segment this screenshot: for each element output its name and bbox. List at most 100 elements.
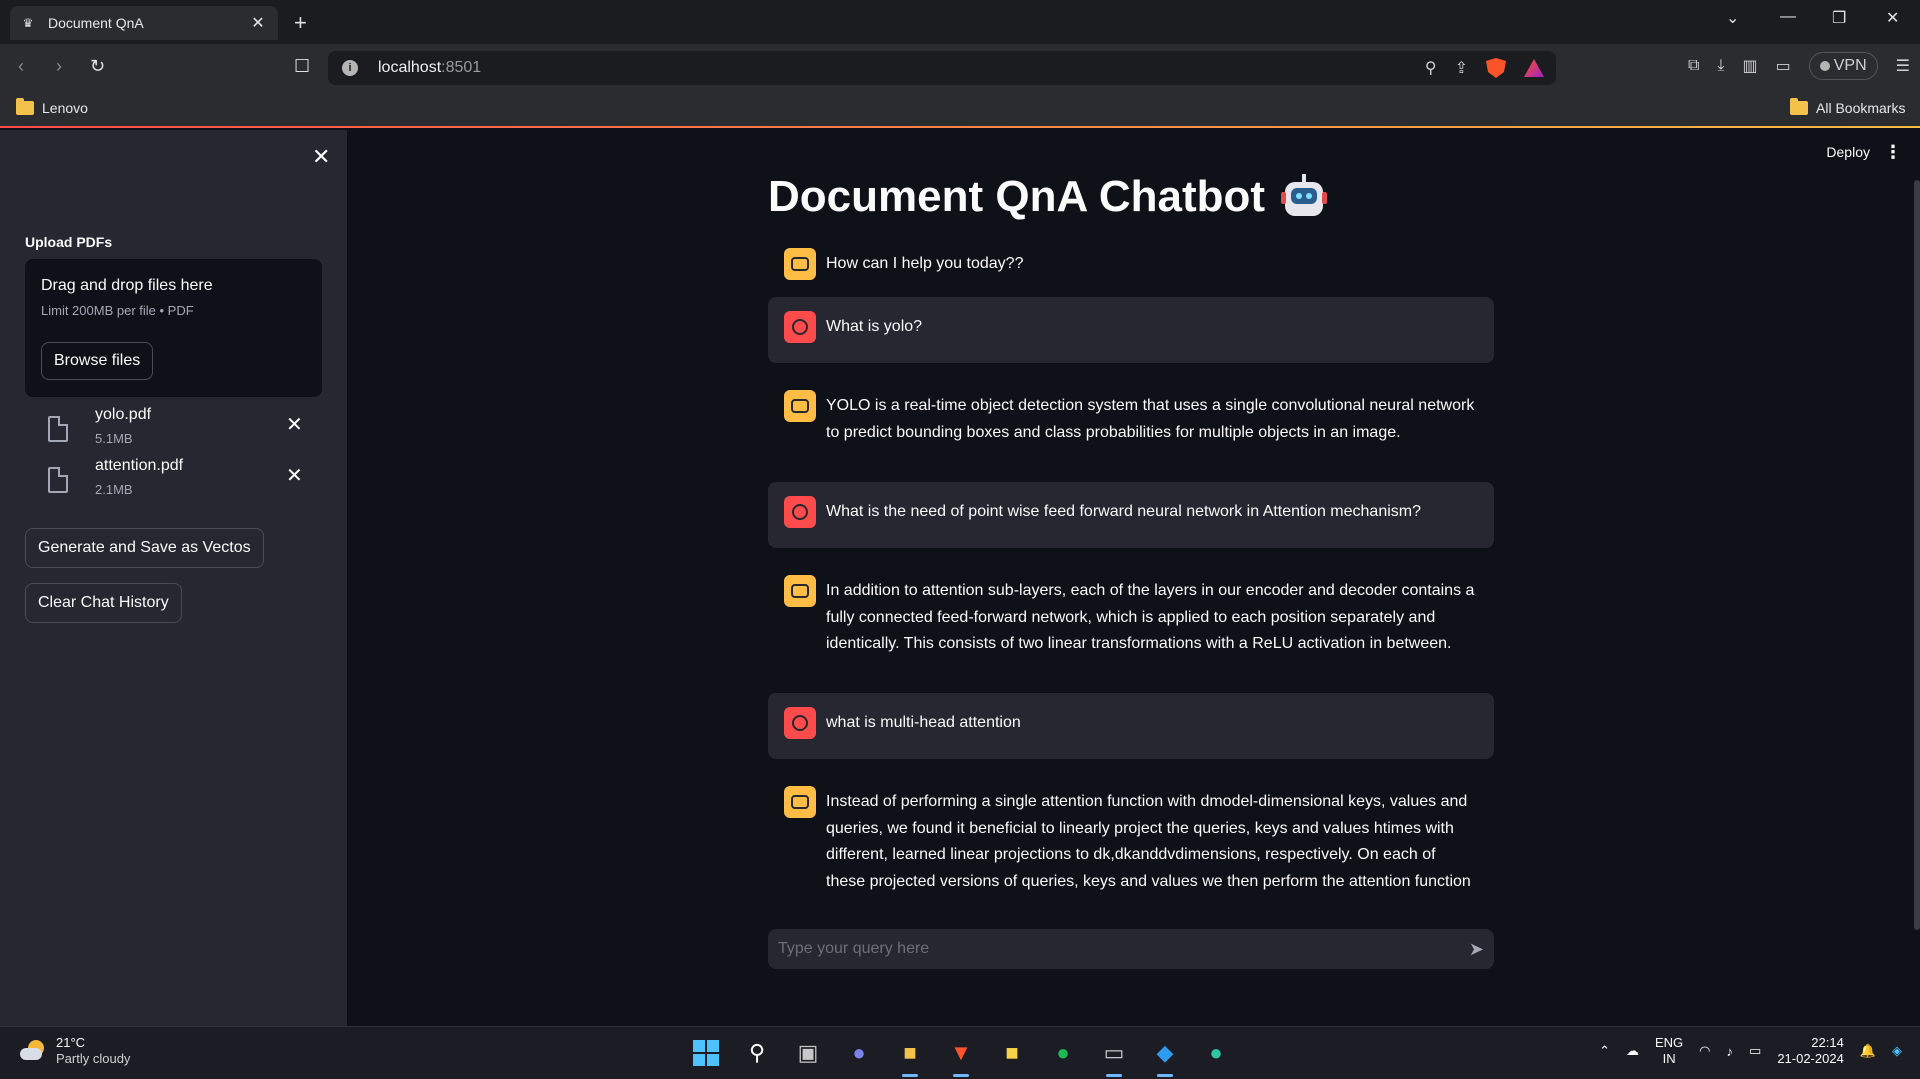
file-size: 5.1MB — [95, 431, 133, 446]
site-info-icon[interactable]: i — [342, 60, 358, 76]
brave-shields-icon[interactable] — [1486, 58, 1506, 78]
streamlit-app: ✕ Upload PDFs Drag and drop files here L… — [0, 130, 1920, 1026]
volume-icon[interactable]: ♪ — [1727, 1044, 1734, 1059]
clock-date: 21-02-2024 — [1777, 1051, 1844, 1066]
chat-query-input[interactable] — [778, 940, 1469, 958]
wallet-icon[interactable]: ▭ — [1776, 56, 1791, 76]
close-tab-icon[interactable]: ✕ — [248, 13, 268, 33]
robot-emoji-icon — [1281, 174, 1327, 220]
uploaded-file: attention.pdf 2.1MB ✕ — [46, 457, 306, 503]
notifications-icon[interactable]: 🔔 — [1860, 1043, 1876, 1059]
main-scrollbar[interactable] — [1914, 180, 1920, 930]
browser-nav-bar: ‹ › ↻ ☐ i localhost:8501 ⚲ ⇪ ⧉ ⤓ ▥ ▭ VPN… — [0, 44, 1920, 92]
file-icon — [48, 416, 68, 442]
vpn-shield-icon — [1819, 61, 1830, 71]
bot-avatar-icon — [784, 575, 816, 607]
tab-title: Document QnA — [48, 15, 144, 31]
teams-chat-icon[interactable]: ● — [843, 1037, 875, 1069]
brave-rewards-icon[interactable] — [1524, 59, 1544, 77]
weather-widget[interactable]: 21°C Partly cloudy — [20, 1035, 130, 1067]
bot-avatar-icon — [784, 786, 816, 818]
message-text: what is multi-head attention — [826, 714, 1021, 731]
generate-vectors-button[interactable]: Generate and Save as Vectos — [25, 528, 264, 568]
streamlit-favicon-icon: ♛ — [22, 16, 34, 30]
send-icon[interactable]: ➤ — [1469, 939, 1484, 960]
close-sidebar-icon[interactable]: ✕ — [312, 144, 330, 170]
show-hidden-icons-icon[interactable]: ⌃ — [1599, 1043, 1610, 1059]
extensions-icon[interactable]: ⧉ — [1688, 57, 1699, 75]
bookmarks-bar: Lenovo All Bookmarks — [0, 92, 1920, 128]
remove-file-icon[interactable]: ✕ — [286, 463, 303, 488]
back-icon[interactable]: ‹ — [18, 56, 24, 77]
file-icon — [48, 467, 68, 493]
start-icon[interactable] — [690, 1037, 722, 1069]
tab-search-chevron-icon[interactable]: ⌄ — [1726, 8, 1739, 28]
clock-time: 22:14 — [1811, 1035, 1844, 1050]
user-message: What is yolo? — [768, 297, 1494, 363]
url-port: :8501 — [441, 59, 482, 76]
main-menu-icon[interactable]: ⋮ — [1884, 142, 1902, 163]
user-avatar-icon — [784, 311, 816, 343]
file-explorer-icon[interactable]: ■ — [894, 1037, 926, 1077]
share-icon[interactable]: ⇪ — [1455, 58, 1468, 78]
user-avatar-icon — [784, 707, 816, 739]
upload-label: Upload PDFs — [25, 234, 113, 250]
downloads-icon[interactable]: ⤓ — [1717, 57, 1724, 75]
uploaded-file: yolo.pdf 5.1MB ✕ — [46, 406, 306, 452]
address-bar[interactable]: i localhost:8501 ⚲ ⇪ — [328, 51, 1556, 85]
new-tab-icon[interactable]: + — [294, 10, 307, 36]
lang-code: ENG — [1655, 1035, 1684, 1050]
weather-temp: 21°C — [56, 1035, 86, 1050]
user-avatar-icon — [784, 496, 816, 528]
bookmark-icon[interactable]: ☐ — [294, 56, 310, 77]
copilot-icon[interactable]: ◈ — [1892, 1043, 1902, 1059]
browse-files-button[interactable]: Browse files — [41, 342, 154, 380]
clear-chat-button[interactable]: Clear Chat History — [25, 583, 182, 623]
deploy-button[interactable]: Deploy — [1826, 144, 1870, 160]
edge-browser-icon[interactable]: ● — [1200, 1037, 1232, 1069]
assistant-message: In addition to attention sub-layers, eac… — [768, 561, 1494, 672]
battery-icon[interactable]: ▭ — [1749, 1043, 1761, 1059]
minimize-icon[interactable]: — — [1780, 8, 1796, 26]
language-indicator[interactable]: ENG IN — [1655, 1035, 1683, 1067]
spotify-icon[interactable]: ● — [1047, 1037, 1079, 1069]
all-bookmarks-label: All Bookmarks — [1816, 100, 1906, 116]
bookmark-folder-label: Lenovo — [42, 100, 88, 116]
user-message: What is the need of point wise feed forw… — [768, 482, 1494, 548]
brave-browser-icon[interactable]: ▼ — [945, 1037, 977, 1077]
menu-icon[interactable]: ☰ — [1896, 56, 1910, 76]
remove-file-icon[interactable]: ✕ — [286, 412, 303, 437]
forward-icon[interactable]: › — [56, 56, 62, 77]
onedrive-icon[interactable]: ☁ — [1626, 1043, 1639, 1059]
file-dropzone[interactable]: Drag and drop files here Limit 200MB per… — [25, 259, 322, 397]
lang-region: IN — [1662, 1051, 1676, 1066]
vpn-button[interactable]: VPN — [1808, 52, 1878, 80]
sidebar-toggle-icon[interactable]: ▥ — [1743, 56, 1758, 76]
chat-history: How can I help you today?? What is yolo?… — [768, 234, 1494, 894]
page-title: Document QnA Chatbot — [768, 172, 1327, 222]
assistant-message: Instead of performing a single attention… — [768, 772, 1494, 894]
folder-icon — [16, 98, 34, 115]
search-icon[interactable]: ⚲ — [741, 1037, 773, 1069]
bookmark-folder-lenovo[interactable]: Lenovo — [16, 98, 88, 116]
partly-cloudy-icon — [20, 1040, 48, 1062]
message-text: What is yolo? — [826, 318, 923, 335]
reload-icon[interactable]: ↻ — [90, 56, 105, 77]
vscode-icon[interactable]: ◆ — [1149, 1037, 1181, 1077]
task-view-icon[interactable]: ▣ — [792, 1037, 824, 1069]
page-title-text: Document QnA Chatbot — [768, 172, 1265, 221]
wifi-icon[interactable]: ◠ — [1699, 1043, 1710, 1059]
sticky-notes-icon[interactable]: ■ — [996, 1037, 1028, 1069]
browser-tab[interactable]: ♛ Document QnA ✕ — [10, 6, 278, 40]
vpn-label: VPN — [1833, 57, 1867, 74]
all-bookmarks[interactable]: All Bookmarks — [1790, 98, 1906, 116]
user-message: what is multi-head attention — [768, 693, 1494, 759]
restore-icon[interactable]: ❐ — [1832, 8, 1846, 28]
terminal-icon[interactable]: ▭ — [1098, 1037, 1130, 1077]
folder-icon — [1790, 98, 1808, 115]
bot-avatar-icon — [784, 248, 816, 280]
clock[interactable]: 22:14 21-02-2024 — [1777, 1035, 1844, 1067]
window-close-icon[interactable]: ✕ — [1886, 8, 1899, 28]
zoom-icon[interactable]: ⚲ — [1425, 58, 1437, 78]
file-name: yolo.pdf — [95, 406, 152, 423]
